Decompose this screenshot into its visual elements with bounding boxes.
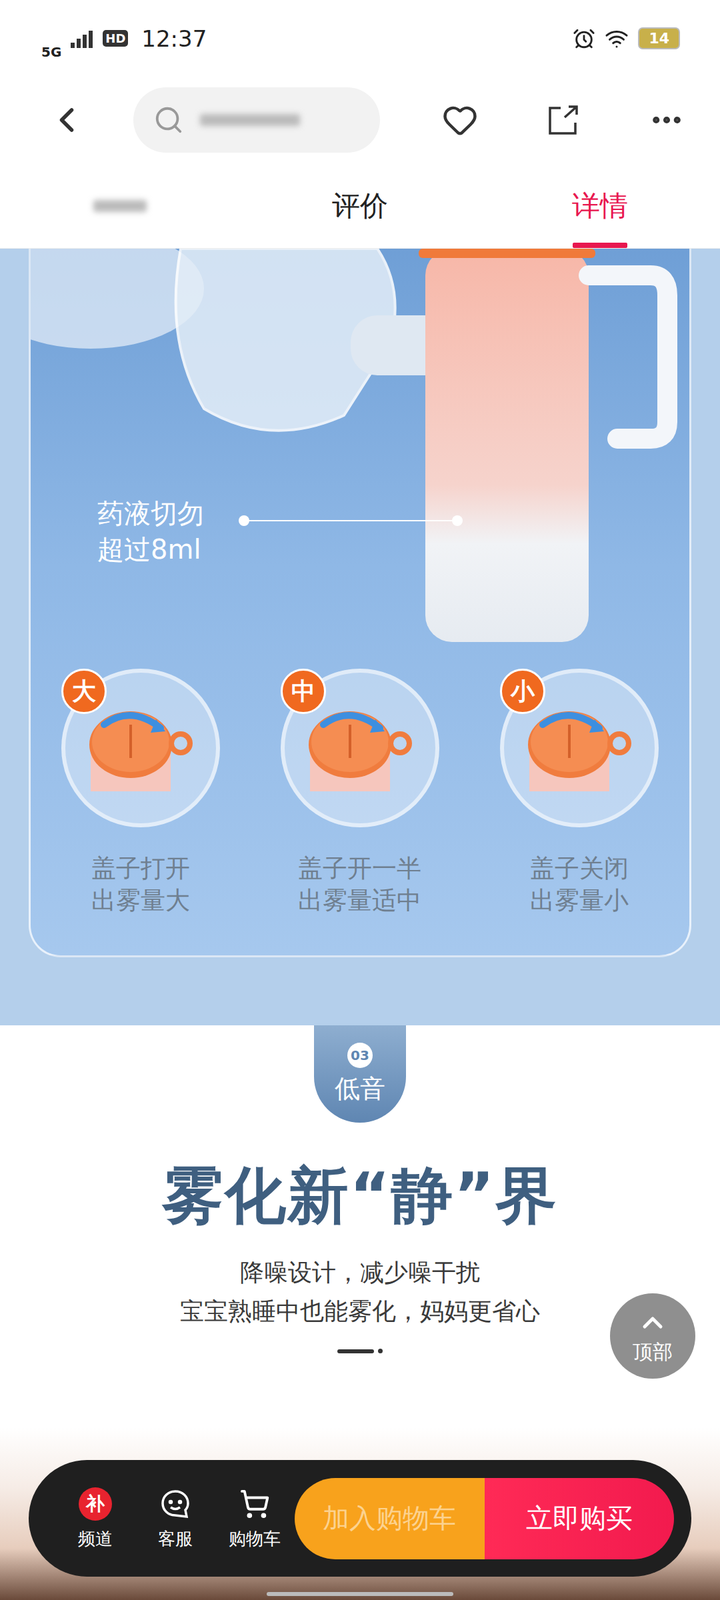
bottom-bar-item[interactable]: 购物车 bbox=[214, 1486, 295, 1551]
search-box[interactable] bbox=[133, 87, 380, 153]
feature-section: 03 低音雾化新“静”界降噪设计，减少噪干扰宝宝熟睡中也能雾化，妈妈更省心 bbox=[0, 1025, 720, 1428]
status-bar: 5G HD 12:37 14 bbox=[0, 0, 720, 77]
mist-modes: 大盖子打开出雾量大中盖子开一半出雾量适中小盖子关闭出雾量小 bbox=[30, 648, 690, 917]
section-subtitle: 降噪设计，减少噪干扰宝宝熟睡中也能雾化，妈妈更省心 bbox=[180, 1253, 540, 1330]
search-icon bbox=[153, 104, 184, 136]
mist-mode: 大盖子打开出雾量大 bbox=[30, 668, 250, 917]
cap-icon bbox=[522, 704, 636, 792]
mode-circle: 大 bbox=[61, 668, 220, 828]
more-button[interactable] bbox=[646, 100, 687, 140]
section-number: 03 bbox=[347, 1042, 373, 1068]
item-icon-wrap bbox=[239, 1486, 270, 1522]
item-icon-wrap: 补 bbox=[78, 1486, 112, 1522]
signal-icon bbox=[70, 29, 94, 48]
cart-icon bbox=[239, 1488, 270, 1520]
alarm-icon bbox=[572, 27, 596, 50]
mode-badge: 小 bbox=[500, 668, 546, 714]
wifi-icon bbox=[604, 26, 629, 51]
share-icon bbox=[546, 102, 581, 138]
up-icon bbox=[636, 1306, 669, 1339]
mode-circle: 小 bbox=[500, 668, 659, 828]
bottom-bar: 补频道客服购物车加入购物车立即购买 bbox=[28, 1460, 692, 1577]
tab[interactable]: 评价 bbox=[240, 163, 480, 248]
hd-badge: HD bbox=[102, 30, 128, 47]
favorite-button[interactable] bbox=[440, 100, 480, 140]
section-divider bbox=[337, 1348, 383, 1354]
purchase-buttons: 加入购物车立即购买 bbox=[294, 1478, 674, 1560]
back-button[interactable] bbox=[46, 100, 87, 140]
detail-banner: 药液切勿超过8ml大盖子打开出雾量大中盖子开一半出雾量适中小盖子关闭出雾量小 bbox=[0, 248, 720, 1026]
share-button[interactable] bbox=[543, 100, 584, 140]
channel-icon: 补 bbox=[78, 1487, 112, 1521]
mode-caption: 盖子打开出雾量大 bbox=[91, 852, 190, 917]
divider-dot bbox=[378, 1348, 383, 1354]
item-icon-wrap bbox=[160, 1486, 191, 1522]
network-label: 5G bbox=[41, 44, 62, 60]
section-title: 雾化新“静”界 bbox=[162, 1154, 559, 1238]
nav-bar bbox=[0, 76, 720, 164]
home-indicator bbox=[266, 1592, 454, 1596]
cap-icon bbox=[84, 704, 198, 792]
service-icon bbox=[160, 1488, 191, 1520]
buy-now-button[interactable]: 立即购买 bbox=[484, 1478, 674, 1560]
mode-circle: 中 bbox=[280, 668, 440, 828]
mode-badge: 中 bbox=[280, 668, 326, 714]
bottom-bar-item[interactable]: 补频道 bbox=[55, 1486, 136, 1551]
back-icon bbox=[46, 100, 87, 140]
bottom-bar-item[interactable]: 客服 bbox=[135, 1486, 216, 1551]
mode-badge: 大 bbox=[61, 668, 107, 714]
tab-bar: 评价详情 bbox=[0, 163, 720, 249]
product-figure: 药液切勿超过8ml bbox=[30, 248, 690, 649]
mist-mode: 小盖子关闭出雾量小 bbox=[470, 668, 690, 917]
battery-level: 14 bbox=[638, 27, 680, 50]
nebulizer-figure bbox=[30, 248, 690, 649]
status-time: 12:37 bbox=[141, 25, 207, 52]
heart-icon bbox=[442, 102, 478, 138]
section-tag-label: 低音 bbox=[334, 1072, 386, 1106]
more-icon bbox=[648, 102, 685, 138]
detail-card: 药液切勿超过8ml大盖子打开出雾量大中盖子开一半出雾量适中小盖子关闭出雾量小 bbox=[28, 248, 692, 958]
tab[interactable]: 详情 bbox=[480, 163, 720, 248]
blurred-query bbox=[200, 114, 300, 126]
mist-mode: 中盖子开一半出雾量适中 bbox=[250, 668, 470, 917]
volume-note: 药液切勿超过8ml bbox=[97, 495, 204, 568]
cap-icon bbox=[303, 704, 417, 792]
mode-caption: 盖子开一半出雾量适中 bbox=[298, 852, 422, 917]
add-to-cart-button[interactable]: 加入购物车 bbox=[294, 1478, 484, 1560]
mode-caption: 盖子关闭出雾量小 bbox=[530, 852, 629, 917]
blurred-tab-label bbox=[93, 200, 147, 212]
tab[interactable] bbox=[0, 163, 240, 248]
back-to-top-button[interactable]: 顶部 bbox=[610, 1293, 696, 1379]
status-right: 14 bbox=[572, 26, 680, 51]
section-tag: 03 低音 bbox=[314, 1025, 406, 1123]
nav-actions bbox=[440, 100, 687, 140]
divider-dash bbox=[337, 1349, 374, 1354]
product-detail-page: 5GHD12:3714评价详情药液切勿超过8ml大盖子打开出雾量大中盖子开一半出… bbox=[0, 0, 720, 1600]
status-left: 5G HD 12:37 bbox=[41, 17, 207, 60]
